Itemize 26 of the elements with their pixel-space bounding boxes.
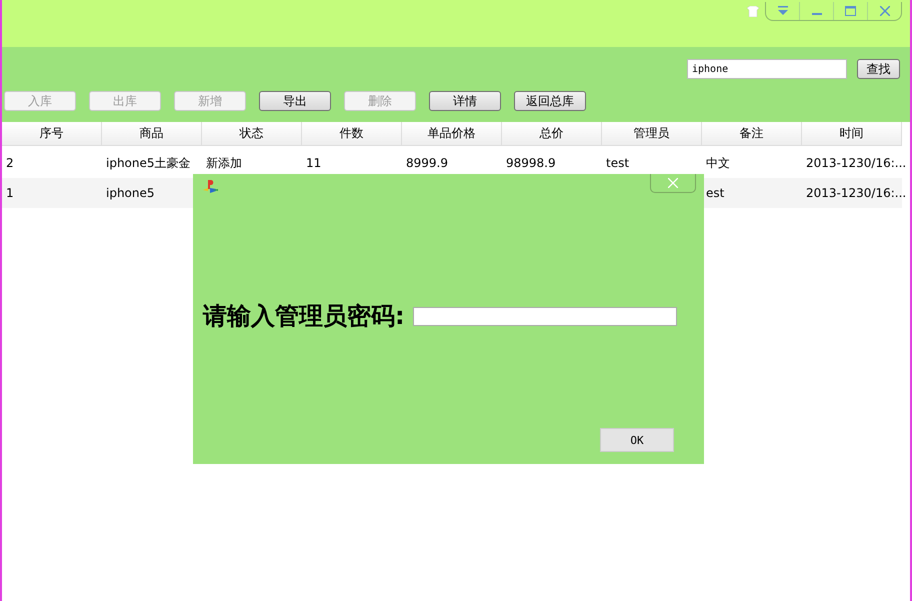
- column-header[interactable]: 管理员: [602, 122, 702, 146]
- table-cell: 1: [2, 178, 102, 208]
- close-icon[interactable]: [880, 6, 890, 16]
- table-cell: est: [702, 178, 802, 208]
- column-header[interactable]: 单品价格: [402, 122, 502, 146]
- shirt-icon[interactable]: [747, 6, 759, 17]
- search-field[interactable]: iphone: [687, 59, 847, 79]
- toolbar-button[interactable]: 导出: [259, 91, 331, 111]
- maximize-icon[interactable]: [845, 6, 856, 16]
- column-header[interactable]: 总价: [502, 122, 602, 146]
- ok-button[interactable]: OK: [600, 428, 674, 452]
- column-header[interactable]: 件数: [302, 122, 402, 146]
- dropdown-icon[interactable]: [776, 6, 788, 16]
- close-button[interactable]: [650, 174, 696, 193]
- search-button[interactable]: 查找: [857, 59, 900, 79]
- column-header[interactable]: 状态: [202, 122, 302, 146]
- column-header[interactable]: 时间: [802, 122, 902, 146]
- column-header[interactable]: 商品: [102, 122, 202, 146]
- column-header[interactable]: 备注: [702, 122, 802, 146]
- close-icon: [668, 178, 678, 188]
- column-header[interactable]: 序号: [2, 122, 102, 146]
- app-logo-icon: [203, 180, 219, 194]
- toolbar-button[interactable]: 详情: [429, 91, 501, 111]
- toolbar-button[interactable]: 返回总库: [514, 91, 586, 111]
- password-field[interactable]: [412, 306, 677, 326]
- password-prompt: 请输入管理员密码:: [203, 301, 405, 332]
